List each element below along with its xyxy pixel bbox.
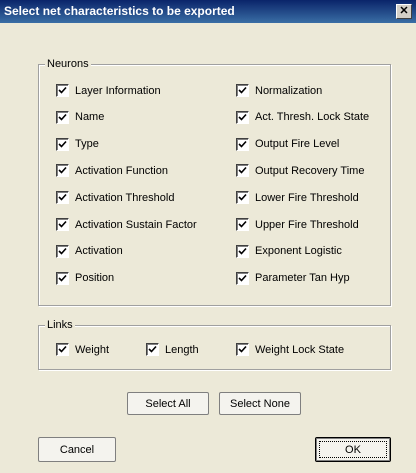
checkbox-label: Activation Sustain Factor bbox=[75, 218, 197, 231]
neurons-group: Neurons bbox=[38, 58, 391, 306]
checkbox-box[interactable] bbox=[56, 84, 69, 97]
cancel-label: Cancel bbox=[59, 443, 95, 456]
select-none-label: Select None bbox=[230, 397, 290, 410]
checkbox-box[interactable] bbox=[56, 191, 69, 205]
select-all-button[interactable]: Select All bbox=[127, 392, 209, 415]
neuron-normalization-checkbox[interactable]: Normalization bbox=[236, 84, 322, 97]
checkbox-box[interactable] bbox=[56, 137, 69, 151]
close-icon: ✕ bbox=[399, 5, 409, 17]
checkbox-label: Exponent Logistic bbox=[255, 245, 342, 258]
checkbox-label: Activation Function bbox=[75, 164, 168, 177]
checkbox-label: Name bbox=[75, 111, 105, 124]
checkbox-label: Parameter Tan Hyp bbox=[255, 272, 350, 285]
neuron-activation-threshold-checkbox[interactable]: Activation Threshold bbox=[56, 191, 175, 205]
checkbox-box[interactable] bbox=[56, 110, 69, 124]
checkbox-label: Activation Threshold bbox=[75, 191, 175, 204]
checkbox-label: Normalization bbox=[255, 84, 323, 97]
checkbox-box[interactable] bbox=[236, 110, 249, 124]
select-none-button[interactable]: Select None bbox=[219, 392, 301, 415]
checkbox-box[interactable] bbox=[236, 137, 249, 151]
checkbox-label: Upper Fire Threshold bbox=[255, 218, 359, 231]
checkbox-box[interactable] bbox=[236, 84, 249, 97]
checkbox-label: Length bbox=[165, 343, 199, 356]
link-weight-lock-state-checkbox[interactable]: Weight Lock State bbox=[236, 343, 344, 356]
neuron-layer-information-checkbox[interactable]: Layer Information bbox=[56, 84, 161, 97]
links-legend: Links bbox=[45, 319, 75, 331]
ok-button[interactable]: OK bbox=[315, 437, 391, 462]
neuron-name-checkbox[interactable]: Name bbox=[56, 110, 105, 124]
checkbox-box[interactable] bbox=[236, 218, 249, 231]
checkbox-label: Position bbox=[75, 272, 115, 285]
neuron-activation-function-checkbox[interactable]: Activation Function bbox=[56, 164, 168, 178]
checkbox-box[interactable] bbox=[56, 218, 69, 231]
link-weight-checkbox[interactable]: Weight bbox=[56, 343, 109, 356]
checkbox-label: Output Recovery Time bbox=[255, 164, 365, 177]
checkbox-label: Output Fire Level bbox=[255, 138, 340, 151]
checkbox-box[interactable] bbox=[146, 343, 159, 356]
link-length-checkbox[interactable]: Length bbox=[146, 343, 199, 356]
close-button[interactable]: ✕ bbox=[396, 4, 412, 19]
checkbox-box[interactable] bbox=[236, 343, 249, 356]
checkbox-box[interactable] bbox=[56, 271, 69, 285]
neuron-exponent-logistic-checkbox[interactable]: Exponent Logistic bbox=[236, 244, 342, 258]
neuron-upper-fire-threshold-checkbox[interactable]: Upper Fire Threshold bbox=[236, 218, 359, 231]
neurons-legend: Neurons bbox=[45, 58, 91, 70]
neuron-lower-fire-threshold-checkbox[interactable]: Lower Fire Threshold bbox=[236, 191, 359, 205]
neuron-position-checkbox[interactable]: Position bbox=[56, 271, 115, 285]
checkbox-label: Weight Lock State bbox=[255, 343, 345, 356]
neuron-activation-checkbox[interactable]: Activation bbox=[56, 244, 123, 258]
checkbox-box[interactable] bbox=[236, 191, 249, 205]
checkbox-label: Act. Thresh. Lock State bbox=[255, 111, 370, 124]
title-bar: Select net characteristics to be exporte… bbox=[0, 0, 416, 23]
cancel-button[interactable]: Cancel bbox=[38, 437, 116, 462]
checkbox-label: Weight bbox=[75, 343, 110, 356]
ok-focus-rect bbox=[319, 441, 387, 458]
neuron-parameter-tan-hyp-checkbox[interactable]: Parameter Tan Hyp bbox=[236, 271, 350, 285]
neuron-activation-sustain-factor-checkbox[interactable]: Activation Sustain Factor bbox=[56, 218, 197, 231]
neuron-output-fire-level-checkbox[interactable]: Output Fire Level bbox=[236, 137, 340, 151]
checkbox-label: Layer Information bbox=[75, 84, 161, 97]
checkbox-box[interactable] bbox=[236, 244, 249, 258]
checkbox-box[interactable] bbox=[56, 244, 69, 258]
checkbox-label: Activation bbox=[75, 245, 123, 258]
checkbox-box[interactable] bbox=[236, 164, 249, 178]
checkbox-box[interactable] bbox=[56, 164, 69, 178]
checkbox-box[interactable] bbox=[236, 271, 249, 285]
checkbox-label: Type bbox=[75, 138, 99, 151]
window-title: Select net characteristics to be exporte… bbox=[4, 4, 235, 18]
select-all-label: Select All bbox=[145, 397, 191, 410]
checkbox-label: Lower Fire Threshold bbox=[255, 191, 359, 204]
neuron-act-thresh-lock-state-checkbox[interactable]: Act. Thresh. Lock State bbox=[236, 110, 370, 124]
checkbox-box[interactable] bbox=[56, 343, 69, 356]
neuron-output-recovery-time-checkbox[interactable]: Output Recovery Time bbox=[236, 164, 365, 178]
neuron-type-checkbox[interactable]: Type bbox=[56, 137, 99, 151]
